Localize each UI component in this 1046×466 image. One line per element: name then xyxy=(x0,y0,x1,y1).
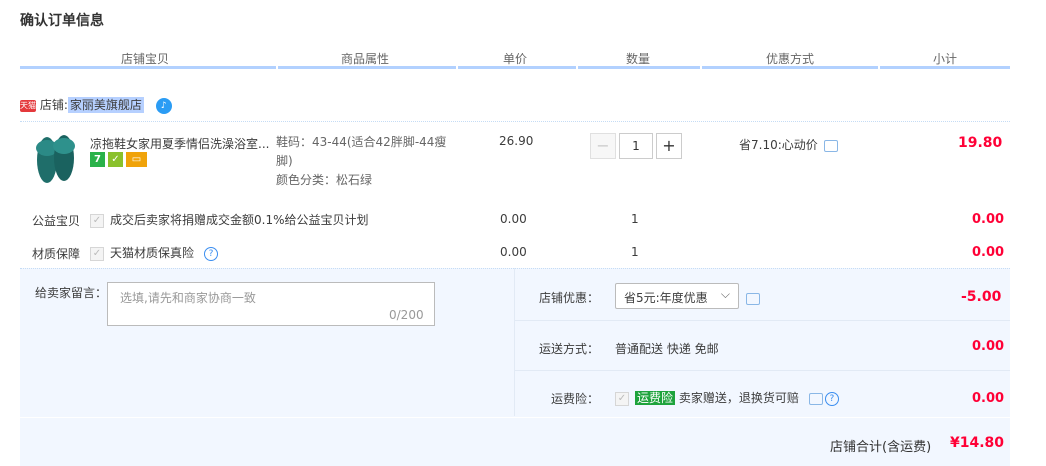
shop-discount-value: 省5元:年度优惠 xyxy=(624,291,708,305)
color-attr: 颜色分类：松石绿 xyxy=(276,173,373,187)
wangwang-icon[interactable]: ♪ xyxy=(155,97,172,114)
item-thumbnail[interactable] xyxy=(32,130,80,184)
charity-price: 0.00 xyxy=(500,212,527,226)
item-badges: 7 ✓ ▭ xyxy=(90,152,150,167)
insurance-tag: 运费险 xyxy=(635,391,676,405)
shop-discount-select[interactable]: 省5元:年度优惠 ⌵ xyxy=(615,283,739,309)
discount-text: 省7.10:心动价 xyxy=(739,138,818,152)
material-text: 天猫材质保真险 xyxy=(110,246,195,260)
charity-option: ✓ 成交后卖家将捐赠成交金额0.1%给公益宝贝计划 xyxy=(90,211,369,228)
7-day-return-icon[interactable]: 7 xyxy=(90,152,105,167)
charity-quantity: 1 xyxy=(631,212,639,226)
charity-text: 成交后卖家将捐赠成交金额0.1%给公益宝贝计划 xyxy=(110,213,369,227)
charity-checkbox[interactable]: ✓ xyxy=(90,213,104,228)
panel-divider xyxy=(514,268,515,416)
header-divider xyxy=(700,66,702,69)
col-header-quantity: 数量 xyxy=(625,52,650,66)
tmall-badge: 天猫 xyxy=(20,99,36,112)
item-attr-size: 鞋码：43-44(适合42胖脚-44瘦 脚) 颜色分类：松石绿 xyxy=(276,133,446,190)
item-price: 26.90 xyxy=(499,134,534,148)
shop-total-label: 店铺合计(含运费) xyxy=(830,440,932,455)
col-header-shop-item: 店铺宝贝 xyxy=(120,52,169,66)
charity-subtotal: 0.00 xyxy=(972,212,1005,227)
material-quantity: 1 xyxy=(631,245,639,259)
material-checkbox[interactable]: ✓ xyxy=(90,246,104,261)
shipping-label: 运送方式： xyxy=(539,342,600,356)
message-icon[interactable] xyxy=(746,292,760,305)
shipping-method: 普通配送 快递 免邮 xyxy=(615,342,719,356)
quantity-input[interactable]: 1 xyxy=(619,133,653,159)
panel-divider xyxy=(515,320,1010,321)
shipping-amount: 0.00 xyxy=(972,339,1005,354)
header-divider xyxy=(276,66,278,69)
size-line-2: 脚) xyxy=(276,154,293,168)
quantity-stepper: −1 + xyxy=(590,133,682,159)
material-price: 0.00 xyxy=(500,245,527,259)
help-icon[interactable]: ? xyxy=(204,246,219,261)
help-icon[interactable]: ? xyxy=(824,391,839,406)
material-option: ✓ 天猫材质保真险? xyxy=(90,244,219,261)
col-header-price: 单价 xyxy=(502,52,527,66)
page-title: 确认订单信息 xyxy=(20,13,104,29)
col-header-attributes: 商品属性 xyxy=(340,52,389,66)
insurance-option: ✓ 运费险 卖家赠送，退换货可赔? xyxy=(615,389,839,406)
item-discount: 省7.10:心动价 xyxy=(739,136,838,153)
material-subtotal: 0.00 xyxy=(972,245,1005,260)
charity-label: 公益宝贝 xyxy=(32,214,81,228)
header-divider xyxy=(456,66,458,69)
message-char-counter: 0/200 xyxy=(389,308,424,322)
item-subtotal: 19.80 xyxy=(958,135,1003,151)
header-divider xyxy=(576,66,578,69)
message-icon[interactable] xyxy=(823,139,838,152)
insurance-text: 卖家赠送，退换货可赔 xyxy=(678,391,799,405)
item-title-link[interactable]: 凉拖鞋女家用夏季情侣洗澡浴室... xyxy=(90,135,269,152)
message-icon[interactable] xyxy=(808,392,823,405)
divider xyxy=(20,121,1010,122)
shop-label: 店铺: xyxy=(39,98,68,112)
message-placeholder: 选填,请先和商家协商一致 xyxy=(120,291,256,305)
increase-quantity-button[interactable]: + xyxy=(656,133,682,159)
col-header-subtotal: 小计 xyxy=(932,52,957,66)
shop-discount-label: 店铺优惠： xyxy=(539,291,600,305)
insurance-checkbox[interactable]: ✓ xyxy=(615,391,629,406)
header-divider xyxy=(878,66,880,69)
shop-bar: 天猫 店铺: 家丽美旗舰店 ♪ xyxy=(20,96,172,118)
insurance-amount: 0.00 xyxy=(972,391,1005,406)
material-label: 材质保障 xyxy=(32,247,81,261)
shop-total-amount: ¥14.80 xyxy=(950,435,1005,451)
guarantee-icon[interactable]: ✓ xyxy=(108,152,123,167)
decrease-quantity-button[interactable]: − xyxy=(590,133,616,159)
message-label: 给卖家留言： xyxy=(35,286,108,300)
chevron-down-icon: ⌵ xyxy=(720,287,730,301)
shop-name-link[interactable]: 家丽美旗舰店 xyxy=(67,97,144,113)
insurance-label: 运费险： xyxy=(551,392,600,406)
panel-divider xyxy=(515,370,1010,371)
header-underline xyxy=(20,66,1010,69)
credit-card-icon[interactable]: ▭ xyxy=(126,152,147,167)
size-line-1: 鞋码：43-44(适合42胖脚-44瘦 xyxy=(276,135,447,149)
shop-discount-amount: -5.00 xyxy=(961,289,1002,305)
col-header-discount: 优惠方式 xyxy=(765,52,814,66)
